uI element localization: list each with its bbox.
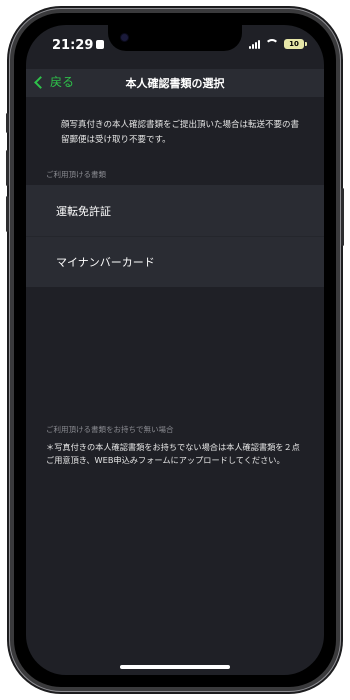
list-item-label: マイナンバーカード: [56, 256, 155, 269]
navigation-bar: 戻る 本人確認書類の選択: [26, 69, 324, 97]
signal-icon: [249, 39, 260, 49]
document-list: 運転免許証 マイナンバーカード: [26, 185, 324, 287]
home-indicator[interactable]: [120, 665, 230, 669]
volume-down-button: [6, 196, 9, 232]
list-item-label: 運転免許証: [56, 204, 111, 218]
list-item-my-number-card[interactable]: マイナンバーカード: [26, 236, 324, 287]
battery-icon: 10: [284, 39, 307, 49]
bezel: 21:29 10 戻る 本人確認書類の選択 顔写真付きの本人確認書類をご提出頂い…: [14, 13, 336, 687]
page-title: 本人確認書類の選択: [125, 77, 225, 90]
section-label-available: ご利用頂ける書類: [46, 170, 106, 179]
notice-text: 顔写真付きの本人確認書類をご提出頂いた場合は転送不要の書留郵便は受け取り不要です…: [61, 120, 300, 145]
dynamic-island: [108, 25, 242, 51]
status-icons: 10: [249, 39, 307, 49]
action-button: [6, 113, 9, 133]
footnote-text: ＊写真付きの本人確認書類をお持ちでない場合は本人確認書類を２点ご用意頂き、WEB…: [46, 442, 300, 465]
camera-icon: [121, 34, 128, 41]
wifi-icon: [265, 39, 279, 49]
status-time: 21:29: [52, 38, 94, 53]
id-card-icon: [96, 40, 104, 49]
power-button: [341, 188, 344, 246]
phone-frame: 21:29 10 戻る 本人確認書類の選択 顔写真付きの本人確認書類をご提出頂い…: [6, 8, 344, 692]
screen: 21:29 10 戻る 本人確認書類の選択 顔写真付きの本人確認書類をご提出頂い…: [26, 25, 324, 675]
section-label-unavailable: ご利用頂ける書類をお持ちで無い場合: [46, 425, 174, 434]
volume-up-button: [6, 150, 9, 186]
list-item-drivers-license[interactable]: 運転免許証: [26, 185, 324, 236]
